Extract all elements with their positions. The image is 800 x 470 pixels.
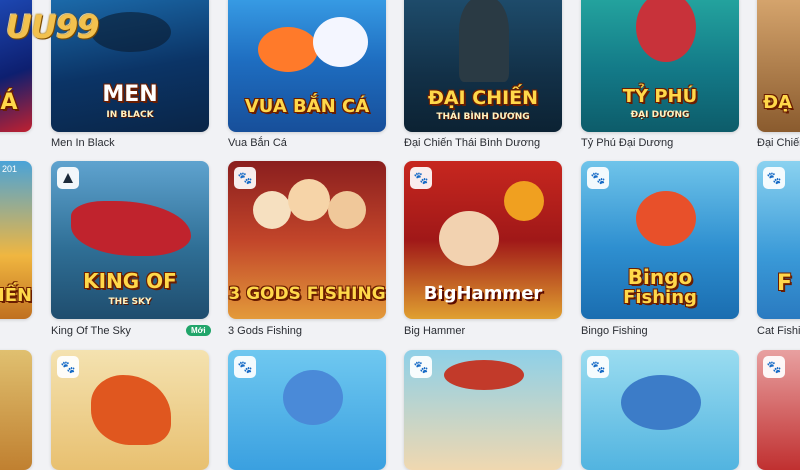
game-art-title: BigHammer	[423, 283, 543, 304]
game-title[interactable]: Tỷ Phú Đại Dương	[581, 137, 673, 149]
art-shape	[328, 191, 366, 229]
game-art-subtitle: ĐẠI DƯƠNG	[630, 110, 690, 120]
site-logo[interactable]: UU99	[0, 4, 160, 50]
game-art-title: CÁ	[0, 90, 18, 115]
paw-icon: 🐾	[763, 167, 785, 189]
game-art-subtitle: THE SKY	[108, 297, 152, 307]
game-card-ty-phu[interactable]: TỶ PHÚ ĐẠI DƯƠNG	[581, 0, 739, 132]
game-card[interactable]: 🐾	[51, 350, 209, 470]
game-art-title: KING OF	[83, 269, 177, 293]
game-card[interactable]: 201 IẾN	[0, 161, 32, 319]
game-art-subtitle: Fishing	[623, 287, 697, 308]
paw-icon: 🐾	[234, 167, 256, 189]
art-shape	[71, 201, 191, 256]
logo-text: UU99	[6, 8, 99, 46]
game-art-title: TỶ PHÚ	[622, 86, 698, 107]
game-title[interactable]: 3 Gods Fishing	[228, 325, 302, 337]
paw-icon: 🐾	[234, 356, 256, 378]
provider-logo-icon	[57, 167, 79, 189]
paw-icon: 🐾	[763, 356, 785, 378]
game-title[interactable]: Đại Chiến	[757, 137, 800, 149]
paw-icon: 🐾	[410, 356, 432, 378]
game-card-cat-fishing[interactable]: 🐾 F	[757, 161, 800, 319]
art-shape	[253, 191, 291, 229]
art-shape	[313, 17, 368, 67]
game-art-subtitle: IN BLACK	[106, 110, 154, 120]
game-art-title: ĐẠI CHIẾN	[427, 87, 539, 109]
game-card-vua-ban-ca[interactable]: VUA BẮN CÁ	[228, 0, 386, 132]
game-title[interactable]: Vua Bắn Cá	[228, 137, 287, 149]
art-shape	[504, 181, 544, 221]
game-card[interactable]: 🐾	[228, 350, 386, 470]
game-card-3-gods-fishing[interactable]: 🐾 3 GODS FISHING	[228, 161, 386, 319]
game-card[interactable]: 🐾	[404, 350, 562, 470]
paw-icon: 🐾	[57, 356, 79, 378]
game-art-title: Bingo	[627, 265, 693, 289]
game-art-title: 3 GODS FISHING	[228, 284, 386, 304]
game-art-title: F	[777, 271, 793, 296]
game-title[interactable]: Đại Chiến Thái Bình Dương	[404, 137, 540, 149]
game-art-title: VUA BẮN CÁ	[244, 96, 370, 117]
game-art-title: IẾN	[0, 285, 32, 306]
game-card-king-of-the-sky[interactable]: KING OF THE SKY	[51, 161, 209, 319]
art-shape	[288, 179, 330, 221]
game-card[interactable]	[0, 350, 32, 470]
game-title[interactable]: Men In Black	[51, 137, 115, 149]
game-card-bingo-fishing[interactable]: 🐾 Bingo Fishing	[581, 161, 739, 319]
paw-icon: 🐾	[587, 167, 609, 189]
paw-icon: 🐾	[587, 356, 609, 378]
paw-icon: 🐾	[410, 167, 432, 189]
game-title[interactable]: Cat Fishi	[757, 325, 800, 337]
game-title[interactable]: King Of The Sky	[51, 325, 131, 337]
art-shape	[91, 375, 171, 445]
art-shape	[283, 370, 343, 425]
art-shape	[636, 191, 696, 246]
art-shape	[258, 27, 318, 72]
art-shape	[636, 0, 696, 62]
game-grid: CÁ MEN IN BLACK Men In Black VUA BẮN CÁ …	[0, 0, 800, 470]
game-card[interactable]: ĐẠ	[757, 0, 800, 132]
art-shape	[621, 375, 701, 430]
game-art-title: MEN	[102, 82, 158, 107]
game-title[interactable]: Bingo Fishing	[581, 325, 648, 337]
game-art-title: ĐẠ	[763, 92, 793, 113]
game-art-subtitle: THÁI BÌNH DƯƠNG	[436, 112, 530, 122]
game-card[interactable]: 🐾	[581, 350, 739, 470]
art-shape	[459, 0, 509, 82]
art-shape	[439, 211, 499, 266]
game-card[interactable]: 🐾	[757, 350, 800, 470]
new-badge: Mới	[186, 325, 211, 336]
game-card-dai-chien[interactable]: ĐẠI CHIẾN THÁI BÌNH DƯƠNG	[404, 0, 562, 132]
corner-text: 201	[2, 164, 18, 174]
art-shape	[444, 360, 524, 390]
game-title[interactable]: Big Hammer	[404, 325, 465, 337]
game-card-big-hammer[interactable]: 🐾 BigHammer	[404, 161, 562, 319]
